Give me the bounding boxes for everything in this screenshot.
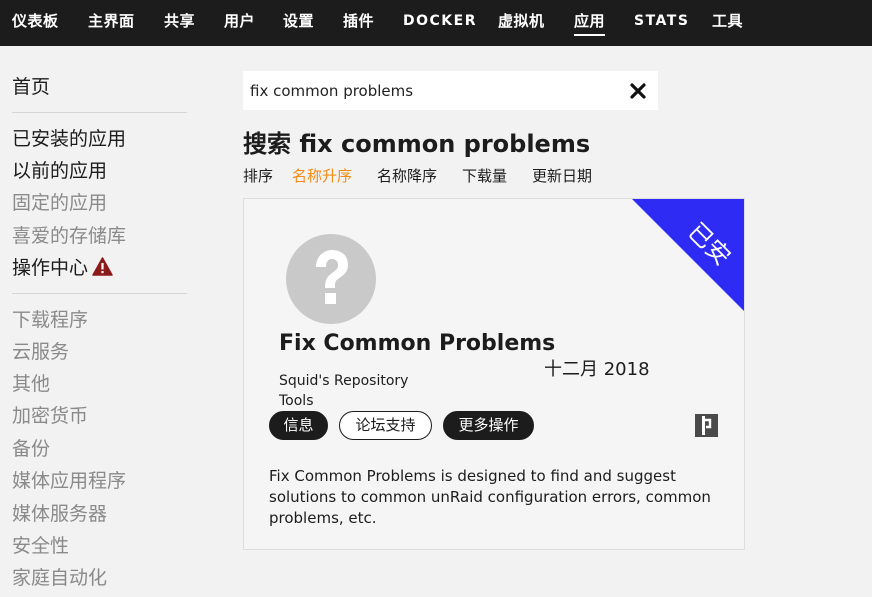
- sidebar-divider: [12, 112, 187, 113]
- nav-item-main[interactable]: 主界面: [88, 0, 135, 46]
- nav-item-stats[interactable]: STATS: [634, 0, 689, 46]
- question-mark-icon: [286, 234, 376, 324]
- top-nav-bar: 仪表板 主界面 共享 用户 设置 插件 DOCKER 虚拟机 应用 STATS …: [0, 0, 872, 46]
- sort-name-desc[interactable]: 名称降序: [377, 165, 437, 186]
- sidebar-item-installed-apps[interactable]: 已安装的应用: [12, 124, 126, 151]
- sidebar-item-pinned-apps[interactable]: 固定的应用: [12, 188, 107, 215]
- sidebar-item-downloaders[interactable]: 下载程序: [12, 305, 88, 332]
- nav-item-tools[interactable]: 工具: [712, 0, 743, 46]
- nav-item-vms[interactable]: 虚拟机: [498, 0, 545, 46]
- forum-support-button[interactable]: 论坛支持: [339, 411, 432, 440]
- app-card[interactable]: 已安 Fix Common Problems 十二月 2018 Squid's …: [243, 198, 745, 550]
- sort-downloads[interactable]: 下载量: [462, 165, 507, 186]
- sidebar-item-security[interactable]: 安全性: [12, 531, 69, 558]
- sort-label: 排序: [243, 167, 274, 185]
- sidebar-item-cloud[interactable]: 云服务: [12, 337, 69, 364]
- app-description: Fix Common Problems is designed to find …: [269, 467, 711, 527]
- sidebar-item-backup[interactable]: 备份: [12, 434, 50, 461]
- sidebar-item-crypto[interactable]: 加密货币: [12, 401, 88, 428]
- sidebar-item-media-servers[interactable]: 媒体服务器: [12, 499, 107, 526]
- nav-item-settings[interactable]: 设置: [283, 0, 314, 46]
- warning-icon: [92, 257, 113, 276]
- sidebar-item-favorite-repos[interactable]: 喜爱的存储库: [12, 221, 126, 248]
- app-repository: Squid's Repository: [279, 373, 409, 389]
- nav-item-plugins[interactable]: 插件: [343, 0, 374, 46]
- search-box: [243, 71, 658, 110]
- sidebar-item-other[interactable]: 其他: [12, 369, 50, 396]
- unraid-support-icon[interactable]: [695, 414, 718, 437]
- app-category: Tools: [279, 393, 314, 409]
- sidebar-item-label: 操作中心: [12, 257, 89, 279]
- nav-item-docker[interactable]: DOCKER: [403, 0, 477, 46]
- sidebar-item-home[interactable]: 首页: [12, 72, 50, 99]
- nav-item-dashboard[interactable]: 仪表板: [12, 0, 59, 46]
- sidebar-item-previous-apps[interactable]: 以前的应用: [12, 156, 107, 183]
- sort-updated-date[interactable]: 更新日期: [532, 165, 592, 186]
- page-title: 搜索 fix common problems: [243, 130, 591, 158]
- info-button[interactable]: 信息: [269, 411, 328, 440]
- more-actions-button[interactable]: 更多操作: [443, 411, 534, 440]
- sidebar-item-media-apps[interactable]: 媒体应用程序: [12, 466, 126, 493]
- sort-name-asc[interactable]: 名称升序: [292, 165, 352, 186]
- nav-item-apps[interactable]: 应用: [574, 0, 606, 46]
- sidebar-item-action-centre[interactable]: 操作中心: [12, 253, 113, 280]
- sidebar-item-home-automation[interactable]: 家庭自动化: [12, 563, 107, 590]
- app-name[interactable]: Fix Common Problems: [279, 331, 555, 356]
- nav-item-shares[interactable]: 共享: [164, 0, 195, 46]
- nav-item-users[interactable]: 用户: [224, 0, 255, 46]
- close-icon[interactable]: [628, 81, 648, 101]
- sidebar-divider: [12, 293, 187, 294]
- search-input[interactable]: [243, 71, 623, 110]
- app-date: 十二月 2018: [544, 359, 650, 380]
